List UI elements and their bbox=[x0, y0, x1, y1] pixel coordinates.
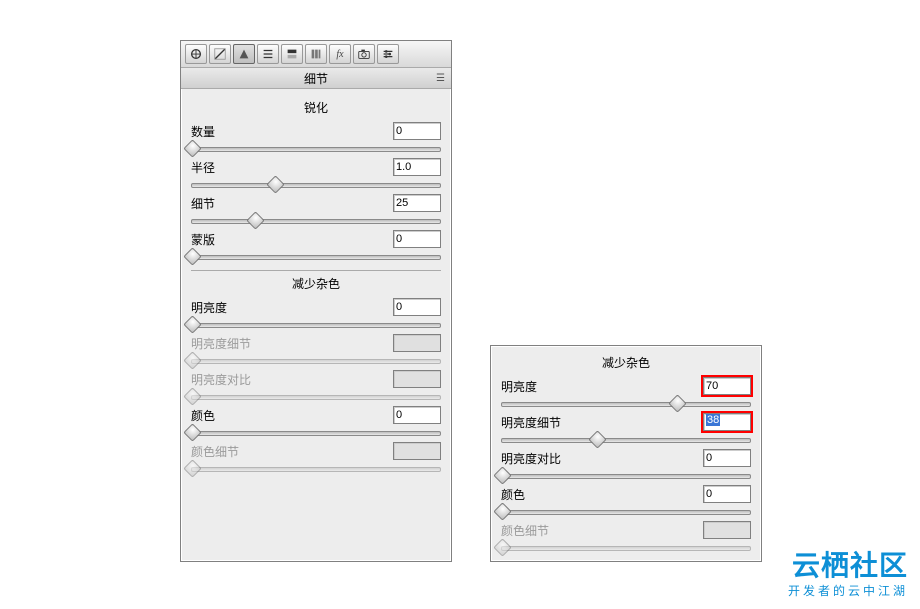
input2-color[interactable] bbox=[703, 485, 751, 503]
detail-panel: fx 细节 ☰ 锐化 数量 半径 细节 bbox=[180, 40, 452, 562]
tab-basic[interactable] bbox=[185, 44, 207, 64]
slider2-color[interactable] bbox=[501, 505, 751, 517]
input2-lum-contrast[interactable] bbox=[703, 449, 751, 467]
input-color-detail bbox=[393, 442, 441, 460]
label-lum-detail: 明亮度细节 bbox=[191, 335, 251, 352]
label-lum-contrast: 明亮度对比 bbox=[191, 371, 251, 388]
slider2-lum-detail[interactable] bbox=[501, 433, 751, 445]
slider-color-detail bbox=[191, 462, 441, 474]
label2-color-detail: 颜色细节 bbox=[501, 522, 549, 539]
label-detail: 细节 bbox=[191, 195, 215, 212]
row-lum-detail: 明亮度细节 bbox=[191, 334, 441, 366]
label2-lum-detail: 明亮度细节 bbox=[501, 414, 561, 431]
input2-color-detail bbox=[703, 521, 751, 539]
watermark-title: 云栖社区 bbox=[788, 544, 908, 584]
label-color: 颜色 bbox=[191, 407, 215, 424]
section-divider bbox=[191, 270, 441, 271]
label-mask: 蒙版 bbox=[191, 231, 215, 248]
row2-lum-detail: 明亮度细节 38 bbox=[501, 413, 751, 445]
panel-tab-label: 细节 bbox=[304, 70, 328, 87]
row2-color-detail: 颜色细节 bbox=[501, 521, 751, 553]
row2-lum-contrast: 明亮度对比 bbox=[501, 449, 751, 481]
slider-detail[interactable] bbox=[191, 214, 441, 226]
panel-toolbar: fx bbox=[181, 41, 451, 68]
input-lum-detail bbox=[393, 334, 441, 352]
input2-lum-detail[interactable]: 38 bbox=[703, 413, 751, 431]
label2-color: 颜色 bbox=[501, 486, 525, 503]
input-radius[interactable] bbox=[393, 158, 441, 176]
label-color-detail: 颜色细节 bbox=[191, 443, 239, 460]
row-color: 颜色 bbox=[191, 406, 441, 438]
row2-luminance: 明亮度 bbox=[501, 377, 751, 409]
input-lum-contrast bbox=[393, 370, 441, 388]
sharpen-title: 锐化 bbox=[191, 99, 441, 116]
tab-curve[interactable] bbox=[209, 44, 231, 64]
slider2-color-detail bbox=[501, 541, 751, 553]
row-radius: 半径 bbox=[191, 158, 441, 190]
input2-luminance[interactable] bbox=[703, 377, 751, 395]
row-amount: 数量 bbox=[191, 122, 441, 154]
panel-tab-header: 细节 ☰ bbox=[181, 68, 451, 89]
label2-lum-contrast: 明亮度对比 bbox=[501, 450, 561, 467]
slider2-luminance[interactable] bbox=[501, 397, 751, 409]
tab-presets[interactable] bbox=[377, 44, 399, 64]
row-mask: 蒙版 bbox=[191, 230, 441, 262]
tab-hsl[interactable] bbox=[257, 44, 279, 64]
tab-camera[interactable] bbox=[353, 44, 375, 64]
label-luminance: 明亮度 bbox=[191, 299, 227, 316]
input-color[interactable] bbox=[393, 406, 441, 424]
tab-detail[interactable] bbox=[233, 44, 255, 64]
input-amount[interactable] bbox=[393, 122, 441, 140]
row2-color: 颜色 bbox=[501, 485, 751, 517]
label-amount: 数量 bbox=[191, 123, 215, 140]
slider-lum-detail bbox=[191, 354, 441, 366]
tab-fx[interactable]: fx bbox=[329, 44, 351, 64]
noise-panel-2: 减少杂色 明亮度 明亮度细节 38 明亮度对比 颜色 bbox=[490, 345, 762, 562]
panel-menu-icon[interactable]: ☰ bbox=[436, 73, 445, 84]
noise-title: 减少杂色 bbox=[191, 275, 441, 292]
row-lum-contrast: 明亮度对比 bbox=[191, 370, 441, 402]
slider-mask[interactable] bbox=[191, 250, 441, 262]
row-luminance: 明亮度 bbox=[191, 298, 441, 330]
tab-split[interactable] bbox=[281, 44, 303, 64]
slider-amount[interactable] bbox=[191, 142, 441, 154]
slider-lum-contrast bbox=[191, 390, 441, 402]
noise2-title: 减少杂色 bbox=[501, 354, 751, 371]
slider-radius[interactable] bbox=[191, 178, 441, 190]
label-radius: 半径 bbox=[191, 159, 215, 176]
row-color-detail: 颜色细节 bbox=[191, 442, 441, 474]
slider2-lum-contrast[interactable] bbox=[501, 469, 751, 481]
watermark: 云栖社区 开发者的云中江湖 bbox=[788, 544, 908, 599]
label2-luminance: 明亮度 bbox=[501, 378, 537, 395]
input-mask[interactable] bbox=[393, 230, 441, 248]
row-detail: 细节 bbox=[191, 194, 441, 226]
slider-color[interactable] bbox=[191, 426, 441, 438]
watermark-subtitle: 开发者的云中江湖 bbox=[788, 582, 908, 599]
input-luminance[interactable] bbox=[393, 298, 441, 316]
slider-luminance[interactable] bbox=[191, 318, 441, 330]
input-detail[interactable] bbox=[393, 194, 441, 212]
tab-lens[interactable] bbox=[305, 44, 327, 64]
